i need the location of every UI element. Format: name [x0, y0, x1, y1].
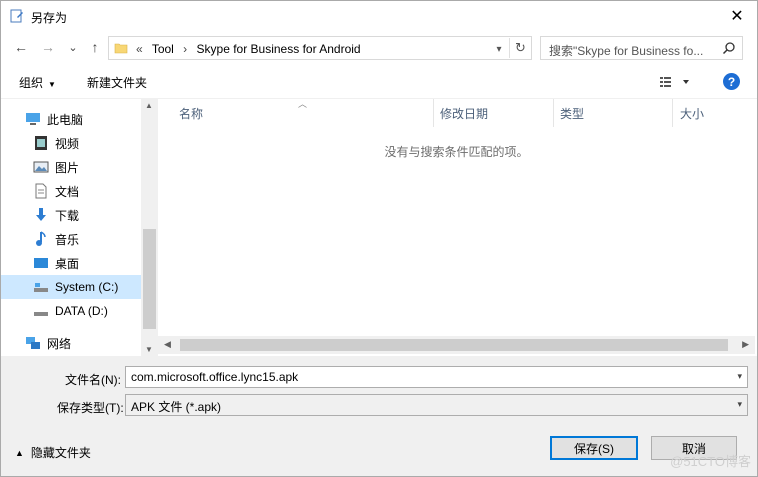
navigation-pane: 此电脑 视频 图片 文档 下载 音乐 桌面 System (C:) DATA (… — [1, 99, 158, 356]
help-button[interactable]: ? — [723, 73, 740, 90]
scroll-down-icon[interactable]: ▼ — [145, 345, 153, 354]
drive-icon — [34, 283, 48, 292]
sidebar-item-label: System (C:) — [55, 280, 119, 294]
search-placeholder: 搜索"Skype for Business fo... — [549, 44, 704, 58]
sidebar-item-label: 桌面 — [55, 256, 80, 271]
column-modified[interactable]: 修改日期 — [440, 105, 488, 122]
refresh-icon[interactable]: ↻ — [509, 38, 531, 58]
empty-message: 没有与搜索条件匹配的项。 — [384, 145, 529, 159]
folder-icon — [114, 43, 128, 54]
sort-ascending-icon: ︿ — [298, 99, 308, 109]
sidebar-scrollbar[interactable]: ▲ ▼ — [141, 99, 158, 356]
breadcrumb-overflow[interactable]: « — [136, 42, 143, 56]
sidebar-item-label: DATA (D:) — [55, 304, 108, 318]
network-icon — [26, 337, 40, 349]
scroll-left-icon[interactable]: ◀ — [164, 339, 171, 350]
hscroll-thumb[interactable] — [180, 339, 728, 351]
save-dialog-icon — [10, 9, 23, 23]
watermark: @51CTO博客 — [670, 454, 751, 469]
close-button[interactable]: ✕ — [725, 5, 749, 27]
sidebar-item-label: 此电脑 — [47, 112, 84, 127]
organize-label: 组织 — [19, 76, 44, 90]
computer-icon — [26, 113, 40, 125]
title-bar: 另存为 ✕ — [1, 1, 757, 31]
save-as-dialog: 另存为 ✕ ← → ⌄ ↑ « Tool › Skype for Busines… — [0, 0, 758, 477]
view-options-icon[interactable] — [659, 75, 689, 89]
picture-icon — [33, 161, 49, 173]
sidebar-item-label: 音乐 — [55, 232, 80, 247]
chevron-down-icon[interactable]: ▾ — [737, 399, 742, 410]
save-button[interactable]: 保存(S) — [550, 436, 638, 460]
browser-area: 此电脑 视频 图片 文档 下载 音乐 桌面 System (C:) DATA (… — [1, 98, 757, 356]
file-list-hscrollbar[interactable]: ◀ ▶ — [158, 336, 755, 354]
music-icon — [36, 231, 46, 246]
recent-locations-button[interactable]: ⌄ — [63, 37, 83, 57]
breadcrumb-separator[interactable]: › — [183, 42, 187, 56]
download-icon — [36, 208, 46, 221]
new-folder-button[interactable]: 新建文件夹 — [87, 74, 147, 91]
filename-label: 文件名(N): — [65, 373, 121, 387]
address-bar[interactable]: « Tool › Skype for Business for Android … — [108, 36, 532, 60]
window-title: 另存为 — [31, 11, 68, 25]
breadcrumb-tool[interactable]: Tool — [152, 42, 174, 56]
chevron-down-icon: ▼ — [48, 80, 56, 89]
hide-folders-toggle[interactable]: ▲ 隐藏文件夹 — [15, 444, 91, 461]
forward-button[interactable]: → — [38, 37, 58, 57]
column-type[interactable]: 类型 — [560, 105, 584, 122]
filetype-label: 保存类型(T): — [57, 401, 124, 415]
scroll-up-icon[interactable]: ▲ — [145, 101, 153, 110]
chevron-up-icon: ▲ — [15, 447, 24, 458]
column-name[interactable]: 名称 — [179, 105, 203, 122]
column-divider[interactable] — [433, 99, 434, 127]
search-input[interactable]: 搜索"Skype for Business fo... — [540, 36, 743, 60]
column-divider[interactable] — [553, 99, 554, 127]
breadcrumb-current[interactable]: Skype for Business for Android — [197, 42, 361, 56]
drive-icon — [34, 312, 48, 316]
breadcrumb: « Tool › Skype for Business for Android — [136, 42, 367, 56]
back-button[interactable]: ← — [11, 37, 31, 57]
sidebar-item-system-c[interactable]: System (C:) — [1, 275, 141, 299]
sidebar-scroll-thumb[interactable] — [143, 229, 156, 329]
video-icon — [35, 136, 47, 150]
sidebar-item-label: 文档 — [55, 184, 80, 199]
sidebar-item-label: 视频 — [55, 136, 80, 151]
address-row: ← → ⌄ ↑ « Tool › Skype for Business for … — [1, 33, 757, 63]
chevron-down-icon[interactable]: ▾ — [737, 371, 742, 382]
address-dropdown-icon[interactable]: ▾ — [491, 41, 507, 57]
command-bar: 组织 ▼ 新建文件夹 ? — [1, 67, 757, 97]
filename-field[interactable]: com.microsoft.office.lync15.apk ▾ — [125, 366, 748, 388]
document-icon — [35, 183, 47, 199]
filename-value: com.microsoft.office.lync15.apk — [131, 370, 299, 384]
up-folder-button[interactable]: ↑ — [85, 37, 105, 57]
filetype-value: APK 文件 (*.apk) — [131, 400, 222, 414]
sidebar-item-label: 网络 — [47, 336, 72, 351]
desktop-icon — [34, 258, 48, 268]
file-list: ︿ 名称 修改日期 类型 大小 没有与搜索条件匹配的项。 — [158, 99, 755, 356]
column-size[interactable]: 大小 — [680, 105, 704, 122]
hide-folders-label: 隐藏文件夹 — [30, 446, 91, 460]
column-header-row: ︿ 名称 修改日期 类型 大小 — [158, 99, 755, 127]
search-icon[interactable] — [722, 41, 736, 55]
scroll-right-icon[interactable]: ▶ — [742, 339, 749, 350]
save-form: 文件名(N): com.microsoft.office.lync15.apk … — [1, 356, 757, 476]
sidebar-item-label: 图片 — [55, 160, 80, 175]
sidebar-item-label: 下载 — [55, 208, 80, 223]
filetype-select[interactable]: APK 文件 (*.apk) ▾ — [125, 394, 748, 416]
column-divider[interactable] — [672, 99, 673, 127]
organize-button[interactable]: 组织 ▼ — [19, 74, 56, 91]
